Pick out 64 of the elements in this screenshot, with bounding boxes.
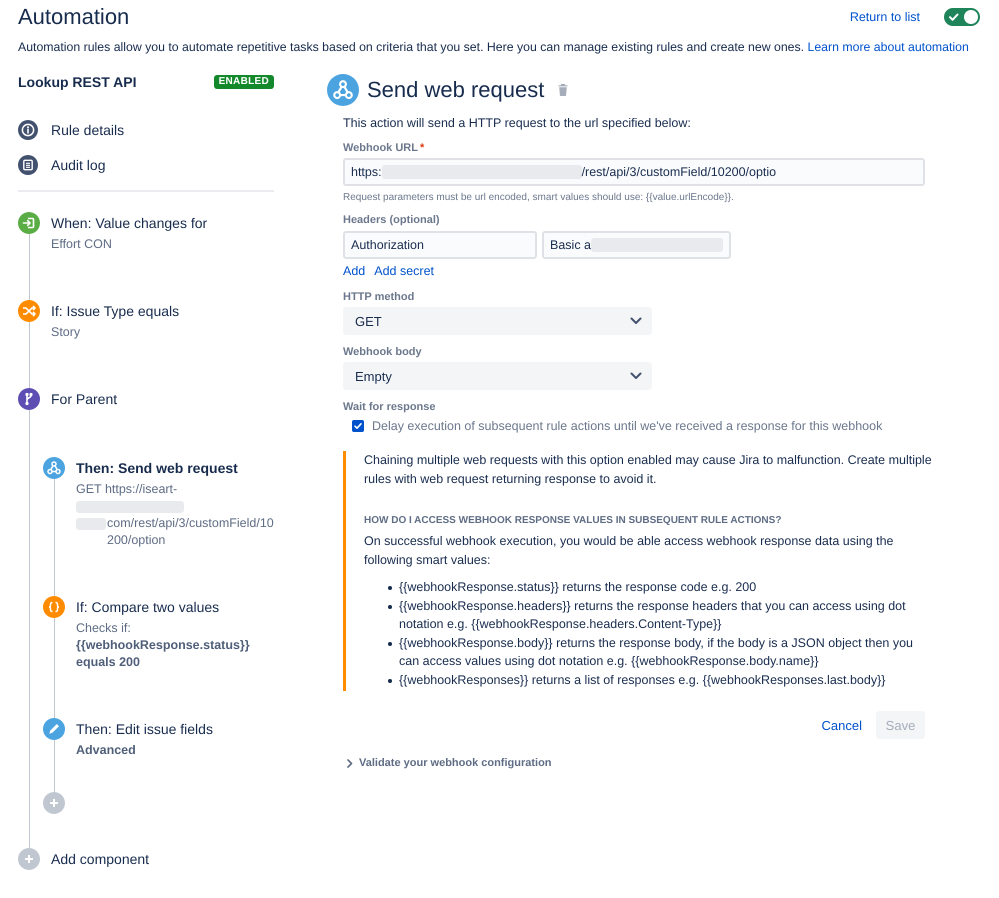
braces-icon [43,596,65,618]
bullet-icon [388,586,392,590]
http-method-select[interactable]: GET [343,307,652,335]
page-description: Automation rules allow you to automate repetitive tasks based on criteria that you set. Here you can manage existing rules and create new ones. Learn more about automation [18,39,970,56]
sidebar-nav-item[interactable]: Rule details [18,112,274,148]
rule-name: Lookup REST API [18,74,136,90]
pencil-icon [43,718,65,740]
shuffle-icon [18,300,40,322]
component-title[interactable]: For Parent [51,388,274,410]
component-title[interactable]: Then: Send web request [76,457,274,479]
bullet-icon [388,678,392,682]
webhook-body-select[interactable]: Empty [343,362,652,390]
field-label: Webhook URL * [343,141,426,156]
learn-more-link[interactable]: Learn more about automation [808,40,969,54]
info-list-item: {{webhookResponses}} returns a list of responses e.g. {{webhookResponses.last.body}} [399,672,886,689]
header-action-link[interactable]: Add secret [374,263,434,279]
page-title: Automation [18,3,130,31]
info-intro-text: On successful webhook execution, you would be able access webhook response data using the following smart values: [364,533,894,569]
info-icon [18,120,38,140]
webhook-url-field[interactable]: https: /rest/api/3/customField/10200/optio [343,158,925,186]
field-label: HTTP method [343,290,416,305]
component-detail: Advanced [76,743,136,757]
action-title: Send web request [367,76,544,104]
info-list-item: {{webhookResponse.status}} returns the response code e.g. 200 [399,579,756,596]
header-name-field[interactable]: Authorization [343,231,537,259]
field-label: Headers (optional) [343,213,441,228]
sidebar-nav-item[interactable]: Audit log [18,148,274,182]
bullet-icon [388,604,392,608]
header-action-link[interactable]: Add [343,263,366,279]
bullet-icon [388,642,392,646]
webhook-icon [327,74,359,106]
arrow-into-box-icon [18,212,40,234]
rule-enable-toggle[interactable] [944,8,980,26]
add-component-button[interactable]: Add component [18,848,150,870]
branch-icon [18,388,40,410]
checkbox[interactable] [352,420,364,432]
cancel-button[interactable]: Cancel [822,718,862,732]
header-value-field[interactable]: Basic a [542,231,731,259]
checkbox-label: Delay execution of subsequent rule actions until we've received a response for this webhook [372,418,882,435]
component-title[interactable]: If: Compare two values [76,596,274,618]
chevron-down-icon [630,372,642,380]
status-badge: ENABLED [214,75,274,89]
component-title[interactable]: Then: Edit issue fields [76,718,274,740]
info-heading: HOW DO I ACCESS WEBHOOK RESPONSE VALUES IN SUBSEQUENT RULE ACTIONS? [364,514,782,528]
field-label: Wait for response [343,400,436,415]
warning-text: Chaining multiple web requests with this option enabled may cause Jira to malfunction. Create multiple rules with web request returning response to avoid it. [364,452,933,488]
field-hint: Request parameters must be url encoded, smart values should use: {{value.urlEncode}}. [343,191,735,205]
component-detail: GET https://iseart- [76,482,178,496]
component-detail: Story [51,325,80,339]
component-title[interactable]: If: Issue Type equals [51,300,274,322]
component-detail: Checks if: [76,621,131,635]
component-detail: com/rest/api/3/customField/10200/option [107,515,274,549]
return-to-list-link[interactable]: Return to list [850,10,920,24]
field-label: Webhook body [343,345,423,360]
info-list-item: {{webhookResponse.headers}} returns the response headers that you can access using dot notation e.g. {{webhookResponse.headers.Content-Type}} [399,598,907,633]
component-title[interactable]: When: Value changes for [51,212,274,234]
webhook-icon [43,457,65,479]
chevron-down-icon [630,317,642,325]
info-list-item: {{webhookResponse.body}} returns the response body, if the body is a JSON object then you can access values using dot notation e.g. {{webhookResponse.body.name}} [399,634,914,670]
validate-configuration-toggle[interactable]: Validate your webhook configuration [343,755,552,771]
list-icon [18,155,38,175]
component-detail: Effort CON [51,237,112,251]
component-detail: {{webhookResponse.status}} equals 200 [76,638,250,669]
action-intro-text: This action will send a HTTP request to the url specified below: [343,115,692,132]
